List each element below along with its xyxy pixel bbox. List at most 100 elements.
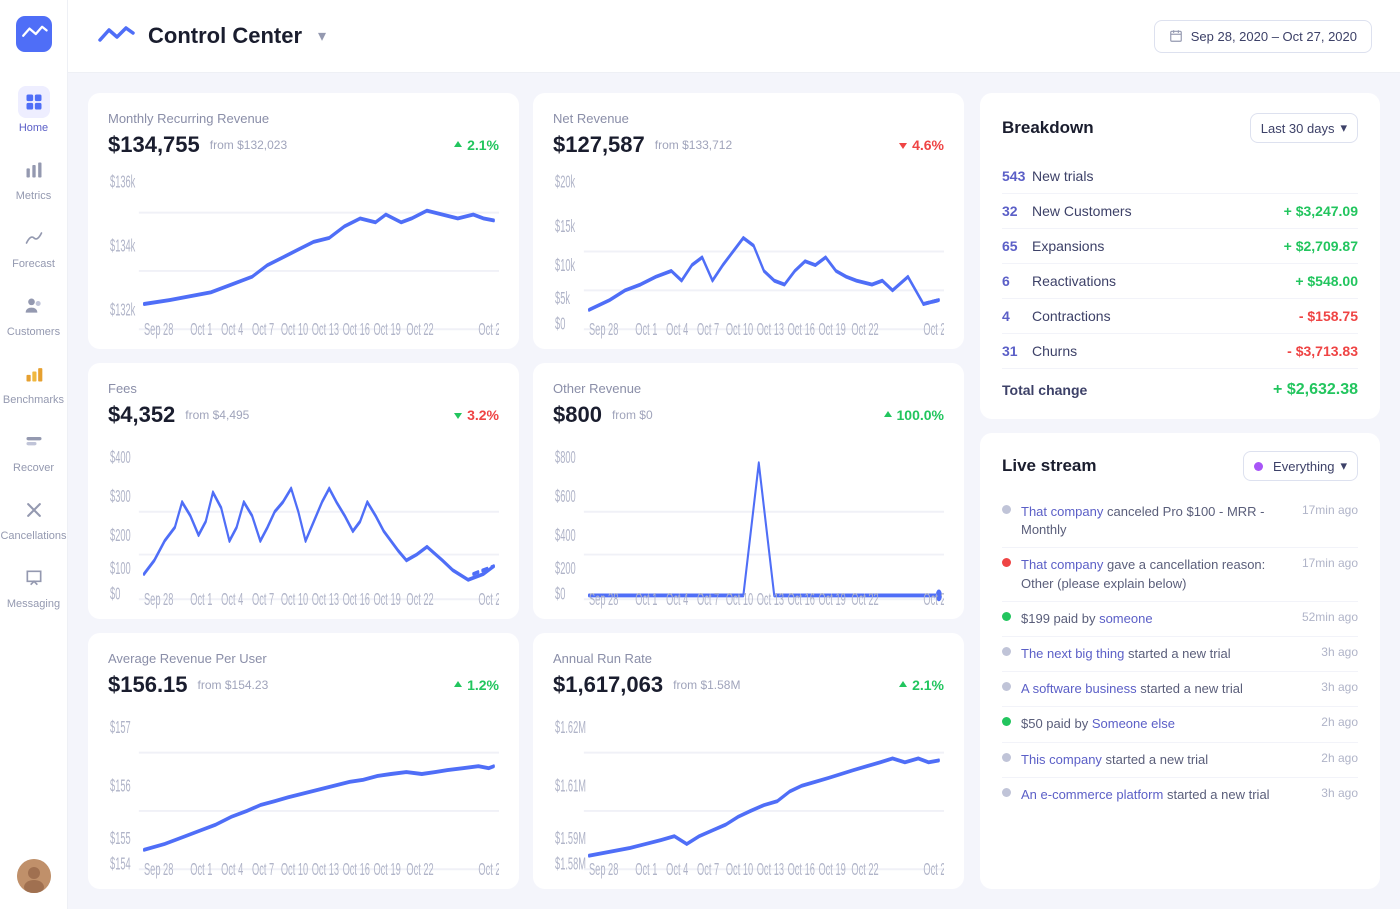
stream-text-0: That company canceled Pro $100 - MRR - M… <box>1021 503 1286 539</box>
fees-label: Fees <box>108 381 499 396</box>
svg-text:$20k: $20k <box>555 171 576 191</box>
new-customers-amount: + $3,247.09 <box>1284 203 1358 219</box>
user-avatar-section <box>17 859 51 893</box>
svg-text:Oct 22: Oct 22 <box>406 589 433 609</box>
stream-link-7[interactable]: An e-commerce platform <box>1021 787 1163 802</box>
stream-link-2[interactable]: someone <box>1099 611 1152 626</box>
total-amount: + $2,632.38 <box>1273 381 1358 399</box>
stream-link-0[interactable]: That company <box>1021 504 1103 519</box>
arr-from: from $1.58M <box>673 678 740 692</box>
svg-text:Sep 28: Sep 28 <box>144 319 173 339</box>
svg-text:Oct 13: Oct 13 <box>312 859 339 879</box>
svg-text:Oct 16: Oct 16 <box>788 859 815 879</box>
other-change: 100.0% <box>882 407 944 423</box>
stream-link-3[interactable]: The next big thing <box>1021 646 1124 661</box>
svg-text:Oct 16: Oct 16 <box>788 319 815 339</box>
svg-text:$0: $0 <box>110 583 120 603</box>
stream-time-5: 2h ago <box>1321 715 1358 729</box>
other-label: Other Revenue <box>553 381 944 396</box>
new-customers-name: New Customers <box>1032 203 1284 219</box>
stream-dot-5 <box>1002 717 1011 726</box>
svg-text:$1.58M: $1.58M <box>555 853 586 873</box>
svg-text:$1.61M: $1.61M <box>555 775 586 795</box>
svg-text:Oct 7: Oct 7 <box>252 859 274 879</box>
breakdown-row-reactivations: 6 Reactivations + $548.00 <box>1002 264 1358 299</box>
svg-text:Oct 19: Oct 19 <box>818 589 845 609</box>
date-range-selector[interactable]: Sep 28, 2020 – Oct 27, 2020 <box>1154 20 1372 53</box>
svg-text:Oct 16: Oct 16 <box>788 589 815 609</box>
other-value-row: $800 from $0 100.0% <box>553 402 944 428</box>
svg-text:Oct 1: Oct 1 <box>635 589 657 609</box>
svg-text:Sep 28: Sep 28 <box>144 859 173 879</box>
svg-text:$136k: $136k <box>110 171 136 191</box>
fees-from: from $4,495 <box>185 408 249 422</box>
svg-text:Oct 27: Oct 27 <box>923 319 944 339</box>
stream-link-6[interactable]: This company <box>1021 752 1102 767</box>
svg-text:$400: $400 <box>555 525 576 545</box>
stream-dot-7 <box>1002 788 1011 797</box>
sidebar-item-metrics[interactable]: Metrics <box>0 144 67 212</box>
svg-text:Oct 13: Oct 13 <box>312 319 339 339</box>
page-header: Control Center ▾ Sep 28, 2020 – Oct 27, … <box>68 0 1400 73</box>
expansions-count: 65 <box>1002 238 1032 254</box>
svg-text:$1.62M: $1.62M <box>555 717 586 737</box>
svg-text:Oct 22: Oct 22 <box>406 319 433 339</box>
svg-text:Oct 27: Oct 27 <box>478 589 499 609</box>
svg-text:$155: $155 <box>110 828 131 848</box>
svg-text:Oct 1: Oct 1 <box>190 859 212 879</box>
svg-text:$132k: $132k <box>110 299 136 319</box>
livestream-filter[interactable]: Everything ▾ <box>1243 451 1358 481</box>
stream-link-1[interactable]: That company <box>1021 557 1103 572</box>
filter-label: Everything <box>1273 459 1334 474</box>
sidebar-item-messaging[interactable]: Messaging <box>0 552 67 620</box>
svg-text:$0: $0 <box>555 313 565 333</box>
svg-text:$600: $600 <box>555 486 576 506</box>
other-revenue-card: Other Revenue $800 from $0 100.0% $800 $… <box>533 363 964 619</box>
stream-link-5[interactable]: Someone else <box>1092 716 1175 731</box>
contractions-count: 4 <box>1002 308 1032 324</box>
sidebar-item-home[interactable]: Home <box>0 76 67 144</box>
svg-text:Oct 10: Oct 10 <box>281 319 308 339</box>
svg-text:$157: $157 <box>110 717 131 737</box>
svg-text:Oct 7: Oct 7 <box>697 589 719 609</box>
svg-text:Oct 4: Oct 4 <box>221 319 243 339</box>
breakdown-row-new-customers: 32 New Customers + $3,247.09 <box>1002 194 1358 229</box>
sidebar-item-recover[interactable]: Recover <box>0 416 67 484</box>
svg-text:Oct 4: Oct 4 <box>666 859 688 879</box>
svg-text:Oct 27: Oct 27 <box>923 589 944 609</box>
svg-text:Oct 10: Oct 10 <box>726 859 753 879</box>
title-caret-icon[interactable]: ▾ <box>318 26 326 46</box>
svg-text:Oct 7: Oct 7 <box>697 319 719 339</box>
sidebar-label-cancellations: Cancellations <box>0 530 66 542</box>
arr-change: 2.1% <box>897 677 944 693</box>
stream-item-5: $50 paid by Someone else 2h ago <box>1002 707 1358 742</box>
stream-time-6: 2h ago <box>1321 751 1358 765</box>
header-left: Control Center ▾ <box>96 16 326 56</box>
svg-text:Oct 16: Oct 16 <box>343 319 370 339</box>
svg-text:Oct 16: Oct 16 <box>343 859 370 879</box>
sidebar-item-customers[interactable]: Customers <box>0 280 67 348</box>
svg-text:Oct 4: Oct 4 <box>221 859 243 879</box>
sidebar-item-cancellations[interactable]: Cancellations <box>0 484 67 552</box>
new-customers-count: 32 <box>1002 203 1032 219</box>
stream-link-4[interactable]: A software business <box>1021 681 1137 696</box>
up-arrow-icon-arpu <box>452 679 464 691</box>
arr-chart: $1.62M $1.61M $1.59M $1.58M Sep 28 Oct 1… <box>553 704 944 879</box>
stream-dot-4 <box>1002 682 1011 691</box>
churns-count: 31 <box>1002 343 1032 359</box>
sidebar-item-benchmarks[interactable]: Benchmarks <box>0 348 67 416</box>
churns-name: Churns <box>1032 343 1287 359</box>
fees-value: $4,352 <box>108 402 175 428</box>
mrr-card: Monthly Recurring Revenue $134,755 from … <box>88 93 519 349</box>
arpu-label: Average Revenue Per User <box>108 651 499 666</box>
breakdown-row-contractions: 4 Contractions - $158.75 <box>1002 299 1358 334</box>
period-selector[interactable]: Last 30 days ▾ <box>1250 113 1358 143</box>
sidebar-item-forecast[interactable]: Forecast <box>0 212 67 280</box>
mrr-value-row: $134,755 from $132,023 2.1% <box>108 132 499 158</box>
mrr-change: 2.1% <box>452 137 499 153</box>
svg-text:Sep 28: Sep 28 <box>144 589 173 609</box>
reactivations-count: 6 <box>1002 273 1032 289</box>
svg-text:Sep 28: Sep 28 <box>589 859 618 879</box>
user-avatar[interactable] <box>17 859 51 893</box>
stream-text-7: An e-commerce platform started a new tri… <box>1021 786 1305 804</box>
